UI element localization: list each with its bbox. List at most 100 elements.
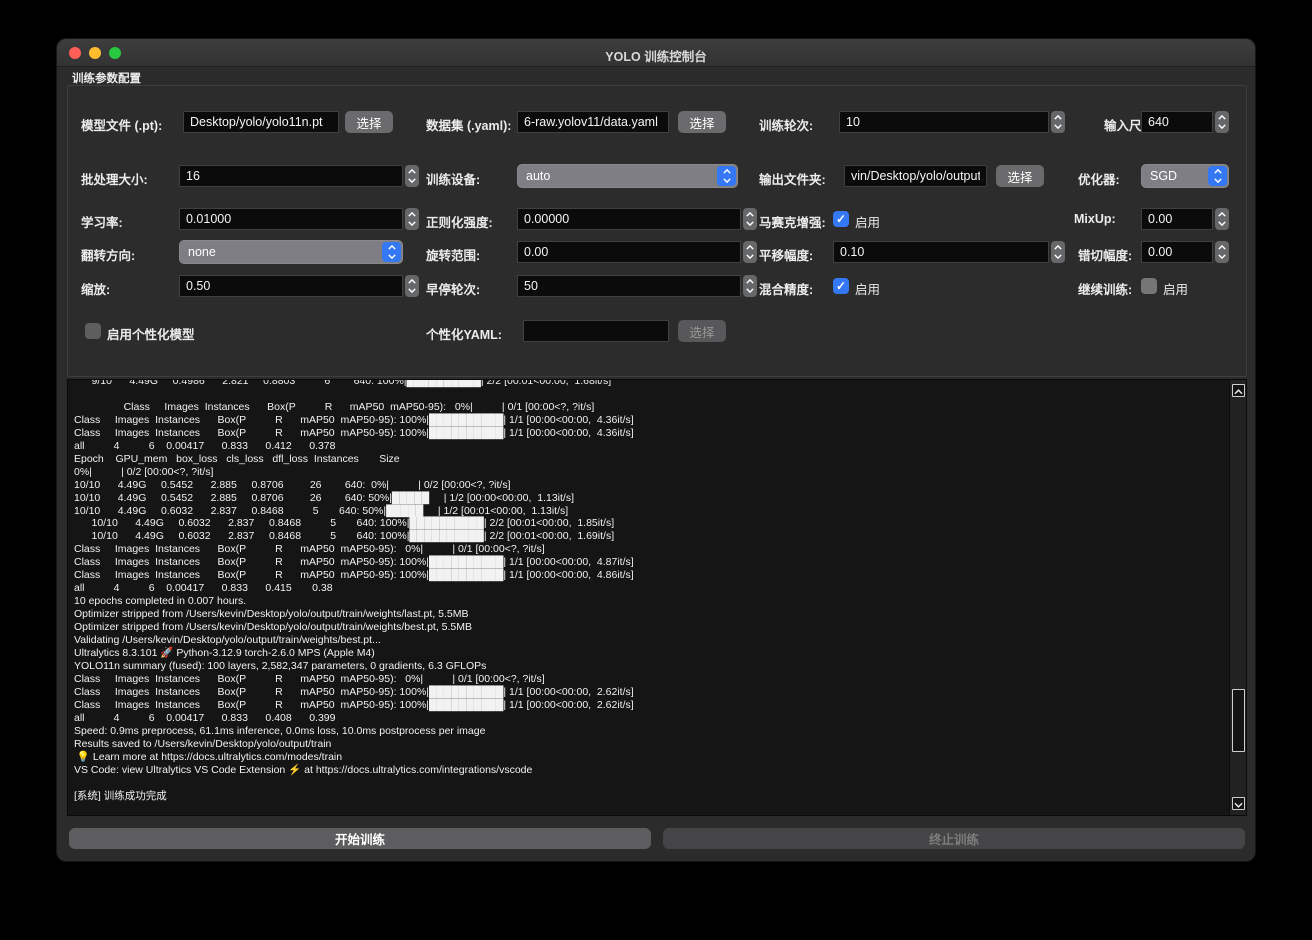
check-icon: ✓ (836, 213, 846, 225)
flip-select[interactable]: none (179, 240, 403, 264)
weight-decay-stepper[interactable] (743, 208, 757, 230)
scroll-down-button[interactable] (1232, 797, 1245, 810)
combo-chevrons-icon (382, 242, 401, 262)
scrollbar-thumb[interactable] (1232, 689, 1245, 752)
custom-model-checkbox[interactable] (85, 323, 101, 339)
optimizer-select[interactable]: SGD (1141, 164, 1229, 188)
group-title: 训练参数配置 (72, 70, 141, 86)
lr-stepper[interactable] (405, 208, 419, 230)
shear-label: 错切幅度: (1078, 245, 1132, 264)
chevron-up-icon (1218, 115, 1226, 120)
chevron-up-icon (408, 279, 416, 284)
title-bar[interactable]: YOLO 训练控制台 (57, 39, 1255, 67)
training-log-panel: 9/10 4.49G 0.4986 2.821 0.8803 6 640: 10… (67, 379, 1247, 816)
batch-stepper[interactable] (405, 165, 419, 187)
custom-model-label: 启用个性化模型 (107, 324, 195, 343)
chevron-up-icon (1218, 245, 1226, 250)
model-file-label: 模型文件 (.pt): (81, 115, 162, 134)
chevron-up-icon (1054, 115, 1062, 120)
chevron-up-icon (1054, 245, 1062, 250)
patience-label: 早停轮次: (426, 279, 480, 298)
chevron-down-icon (1054, 254, 1062, 259)
log-scrollbar[interactable] (1229, 380, 1246, 815)
shear-input[interactable] (1141, 241, 1213, 263)
translate-stepper[interactable] (1051, 241, 1065, 263)
weight-decay-input[interactable] (517, 208, 741, 230)
patience-stepper[interactable] (743, 275, 757, 297)
batch-input[interactable] (179, 165, 403, 187)
custom-yaml-input[interactable] (523, 320, 669, 342)
check-icon: ✓ (836, 280, 846, 292)
combo-chevrons-icon (1208, 166, 1227, 186)
dataset-choose-button[interactable]: 选择 (678, 111, 726, 133)
epochs-input[interactable] (839, 111, 1049, 133)
chevron-up-icon (408, 212, 416, 217)
amp-checkbox[interactable]: ✓ (833, 278, 849, 294)
mixup-stepper[interactable] (1215, 208, 1229, 230)
scale-label: 缩放: (81, 279, 110, 298)
chevron-down-icon (746, 288, 754, 293)
optimizer-label: 优化器: (1078, 169, 1120, 188)
chevron-up-icon (746, 279, 754, 284)
amp-checkbox-label: 启用 (855, 279, 880, 298)
stop-training-button: 终止训练 (663, 828, 1245, 849)
resume-checkbox[interactable] (1141, 278, 1157, 294)
chevron-down-icon (1218, 221, 1226, 226)
mosaic-checkbox-label: 启用 (855, 212, 880, 231)
shear-stepper[interactable] (1215, 241, 1229, 263)
scale-input[interactable] (179, 275, 403, 297)
lr-label: 学习率: (81, 212, 123, 231)
output-dir-choose-button[interactable]: 选择 (996, 165, 1044, 187)
chevron-down-icon (1234, 795, 1243, 813)
dataset-input[interactable] (517, 111, 669, 133)
chevron-down-icon (1054, 124, 1062, 129)
resume-checkbox-label: 启用 (1163, 279, 1188, 298)
imgsz-stepper[interactable] (1215, 111, 1229, 133)
chevron-down-icon (408, 288, 416, 293)
model-file-input[interactable] (183, 111, 339, 133)
epochs-stepper[interactable] (1051, 111, 1065, 133)
chevron-down-icon (408, 178, 416, 183)
mixup-input[interactable] (1141, 208, 1213, 230)
resume-label: 继续训练: (1078, 279, 1132, 298)
rotate-label: 旋转范围: (426, 245, 480, 264)
yolo-training-console-window: YOLO 训练控制台 训练参数配置 模型文件 (.pt): 选择 数据集 (.y… (56, 38, 1256, 862)
device-label: 训练设备: (426, 169, 480, 188)
imgsz-input[interactable] (1141, 111, 1213, 133)
rotate-input[interactable] (517, 241, 741, 263)
model-file-choose-button[interactable]: 选择 (345, 111, 393, 133)
device-selected-value: auto (526, 169, 550, 183)
scroll-up-button[interactable] (1232, 384, 1245, 397)
dataset-label: 数据集 (.yaml): (426, 115, 511, 134)
desktop-background: YOLO 训练控制台 训练参数配置 模型文件 (.pt): 选择 数据集 (.y… (0, 0, 1312, 940)
output-dir-label: 输出文件夹: (759, 169, 826, 188)
mixup-label: MixUp: (1074, 212, 1116, 226)
output-dir-input[interactable] (844, 165, 987, 187)
flip-label: 翻转方向: (81, 245, 135, 264)
translate-input[interactable] (833, 241, 1049, 263)
chevron-up-icon (1234, 382, 1243, 400)
custom-yaml-label: 个性化YAML: (426, 324, 502, 343)
lr-input[interactable] (179, 208, 403, 230)
chevron-up-icon (746, 245, 754, 250)
scale-stepper[interactable] (405, 275, 419, 297)
chevron-down-icon (1218, 124, 1226, 129)
device-select[interactable]: auto (517, 164, 738, 188)
mosaic-checkbox[interactable]: ✓ (833, 211, 849, 227)
chevron-up-icon (1218, 212, 1226, 217)
flip-selected-value: none (188, 245, 216, 259)
log-text: 9/10 4.49G 0.4986 2.821 0.8803 6 640: 10… (74, 379, 1226, 802)
rotate-stepper[interactable] (743, 241, 757, 263)
mosaic-label: 马赛克增强: (759, 212, 826, 231)
amp-label: 混合精度: (759, 279, 813, 298)
chevron-up-icon (408, 169, 416, 174)
weight-decay-label: 正则化强度: (426, 212, 493, 231)
start-training-button[interactable]: 开始训练 (69, 828, 651, 849)
chevron-down-icon (408, 221, 416, 226)
chevron-down-icon (1218, 254, 1226, 259)
patience-input[interactable] (517, 275, 741, 297)
window-title: YOLO 训练控制台 (57, 46, 1255, 65)
combo-chevrons-icon (717, 166, 736, 186)
chevron-down-icon (746, 254, 754, 259)
epochs-label: 训练轮次: (759, 115, 813, 134)
